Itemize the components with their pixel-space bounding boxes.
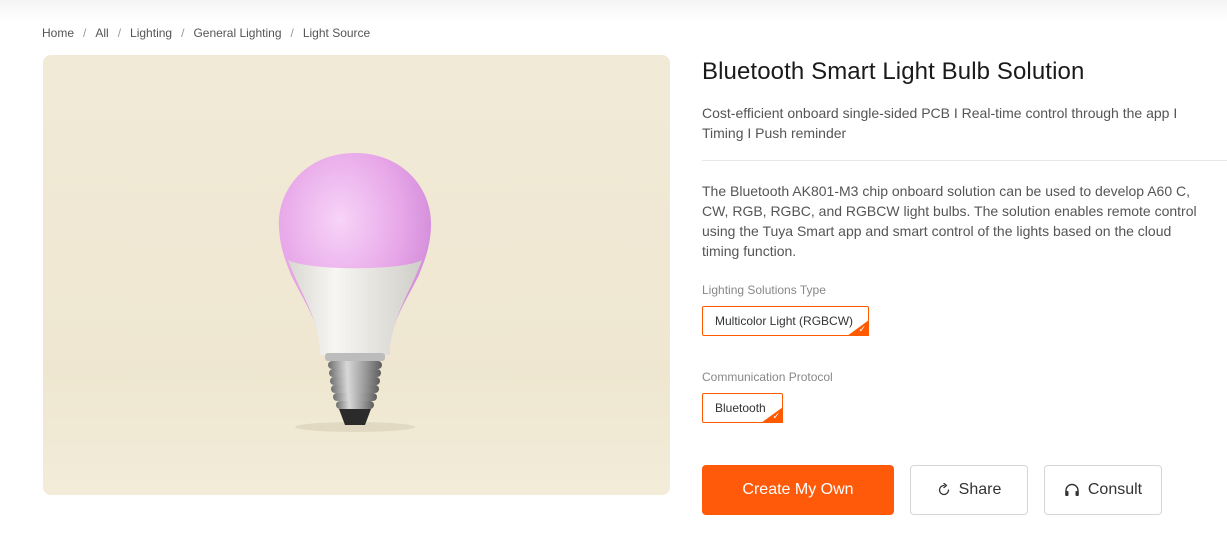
breadcrumb-light-source[interactable]: Light Source xyxy=(303,26,370,40)
consult-label: Consult xyxy=(1087,481,1143,498)
check-icon: ✓ xyxy=(772,412,780,422)
breadcrumb-all[interactable]: All xyxy=(95,26,108,40)
breadcrumb-separator: / xyxy=(290,26,294,40)
breadcrumb: Home / All / Lighting / General Lighting… xyxy=(42,25,370,41)
product-image xyxy=(43,55,670,495)
share-label: Share xyxy=(958,481,1002,498)
breadcrumb-general-lighting[interactable]: General Lighting xyxy=(193,26,281,40)
divider xyxy=(702,160,1227,161)
product-description: The Bluetooth AK801-M3 chip onboard solu… xyxy=(702,183,1197,259)
consult-button[interactable]: Consult xyxy=(1044,465,1162,515)
check-icon: ✓ xyxy=(858,325,866,335)
protocol-option[interactable]: Bluetooth ✓ xyxy=(702,393,783,423)
share-button[interactable]: Share xyxy=(910,465,1028,515)
headset-icon xyxy=(1064,483,1080,497)
share-icon xyxy=(937,483,951,497)
breadcrumb-separator: / xyxy=(181,26,185,40)
breadcrumb-lighting[interactable]: Lighting xyxy=(130,26,172,40)
light-bulb-illustration xyxy=(43,153,670,495)
top-bar xyxy=(0,0,1227,22)
protocol-value: Bluetooth xyxy=(715,401,766,415)
product-title: Bluetooth Smart Light Bulb Solution xyxy=(702,58,1085,85)
create-my-own-button[interactable]: Create My Own xyxy=(702,465,894,515)
lighting-type-value: Multicolor Light (RGBCW) xyxy=(715,314,854,328)
breadcrumb-separator: / xyxy=(117,26,122,40)
product-subtitle: Cost-efficient onboard single-sided PCB … xyxy=(702,105,1178,141)
lighting-type-label: Lighting Solutions Type xyxy=(702,283,826,297)
create-my-own-label: Create My Own xyxy=(742,481,854,498)
protocol-label: Communication Protocol xyxy=(702,370,833,384)
breadcrumb-separator: / xyxy=(83,26,87,40)
breadcrumb-home[interactable]: Home xyxy=(42,26,74,40)
lighting-type-option[interactable]: Multicolor Light (RGBCW) ✓ xyxy=(702,306,869,336)
